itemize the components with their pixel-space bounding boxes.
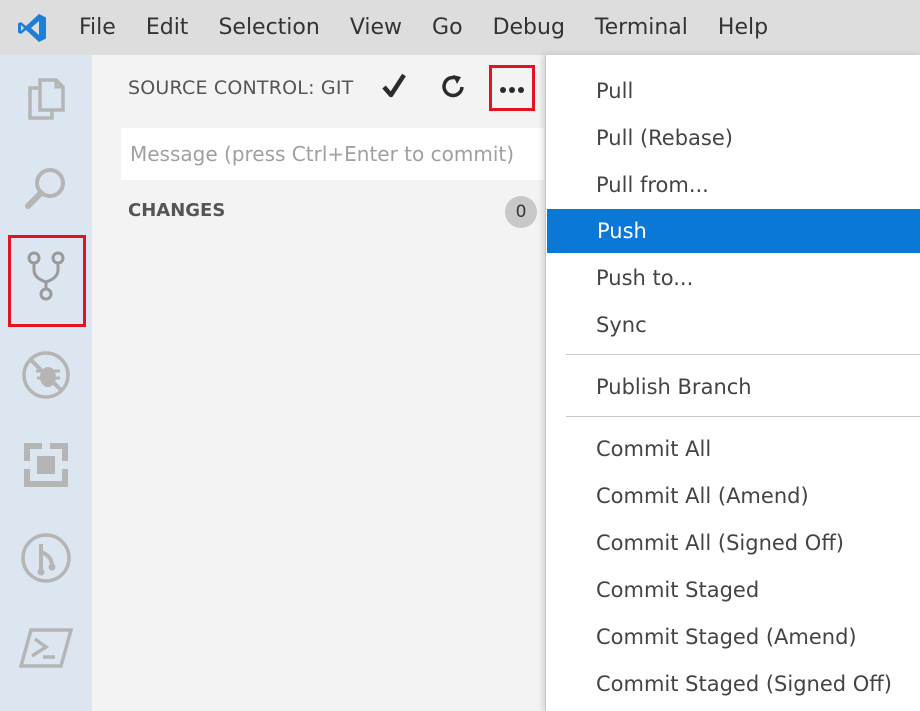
menu-debug[interactable]: Debug (478, 0, 580, 55)
powershell-icon (18, 626, 74, 674)
menu-item-commit-staged[interactable]: Commit Staged (546, 568, 920, 612)
menu-bar: File Edit Selection View Go Debug Termin… (0, 0, 920, 55)
checkmark-icon (382, 73, 406, 103)
menu-item-commit-staged-signed-off[interactable]: Commit Staged (Signed Off) (546, 662, 920, 706)
menu-edit[interactable]: Edit (131, 0, 204, 55)
menu-item-push-to[interactable]: Push to... (546, 256, 920, 300)
refresh-button[interactable] (430, 65, 476, 111)
menu-separator (566, 416, 920, 417)
menu-selection[interactable]: Selection (203, 0, 334, 55)
vscode-logo-icon (0, 0, 64, 55)
menu-item-pull-rebase[interactable]: Pull (Rebase) (546, 116, 920, 160)
commit-message-input[interactable] (121, 128, 544, 180)
changes-count-badge: 0 (505, 196, 537, 228)
menu-item-commit-all-signed-off[interactable]: Commit All (Signed Off) (546, 521, 920, 565)
menu-help[interactable]: Help (703, 0, 783, 55)
more-actions-icon (499, 79, 525, 98)
context-menu: Pull Pull (Rebase) Pull from... Push Pus… (545, 55, 920, 711)
activity-extensions[interactable] (0, 422, 92, 512)
activity-source-control[interactable] (0, 233, 92, 327)
menu-item-publish-branch[interactable]: Publish Branch (546, 365, 920, 409)
more-actions-button[interactable] (489, 65, 535, 111)
source-control-panel: SOURCE CONTROL: GIT CHANGES 0 (92, 55, 544, 711)
commit-button[interactable] (371, 65, 417, 111)
menu-item-sync[interactable]: Sync (546, 303, 920, 347)
activity-powershell[interactable] (0, 605, 92, 695)
menu-view[interactable]: View (335, 0, 417, 55)
source-control-icon (26, 250, 66, 306)
menu-item-commit-all-amend[interactable]: Commit All (Amend) (546, 474, 920, 518)
menu-file[interactable]: File (64, 0, 131, 55)
menu-go[interactable]: Go (417, 0, 478, 55)
search-icon (23, 165, 69, 215)
debug-icon (20, 349, 72, 405)
menu-item-push[interactable]: Push (547, 209, 920, 253)
menu-item-commit-all[interactable]: Commit All (546, 427, 920, 471)
gitlens-icon (20, 532, 72, 588)
panel-title: SOURCE CONTROL: GIT (128, 77, 354, 99)
activity-debug[interactable] (0, 332, 92, 422)
changes-section-header[interactable]: CHANGES (128, 200, 225, 221)
activity-search[interactable] (0, 145, 92, 235)
activity-bar (0, 55, 92, 711)
menu-terminal[interactable]: Terminal (580, 0, 703, 55)
menu-item-commit-staged-amend[interactable]: Commit Staged (Amend) (546, 615, 920, 659)
explorer-icon (26, 76, 66, 124)
activity-explorer[interactable] (0, 55, 92, 145)
menu-item-pull[interactable]: Pull (546, 69, 920, 113)
menu-separator (566, 354, 920, 355)
activity-gitlens[interactable] (0, 515, 92, 605)
extensions-icon (24, 443, 68, 491)
menu-item-pull-from[interactable]: Pull from... (546, 163, 920, 207)
refresh-icon (440, 73, 466, 103)
